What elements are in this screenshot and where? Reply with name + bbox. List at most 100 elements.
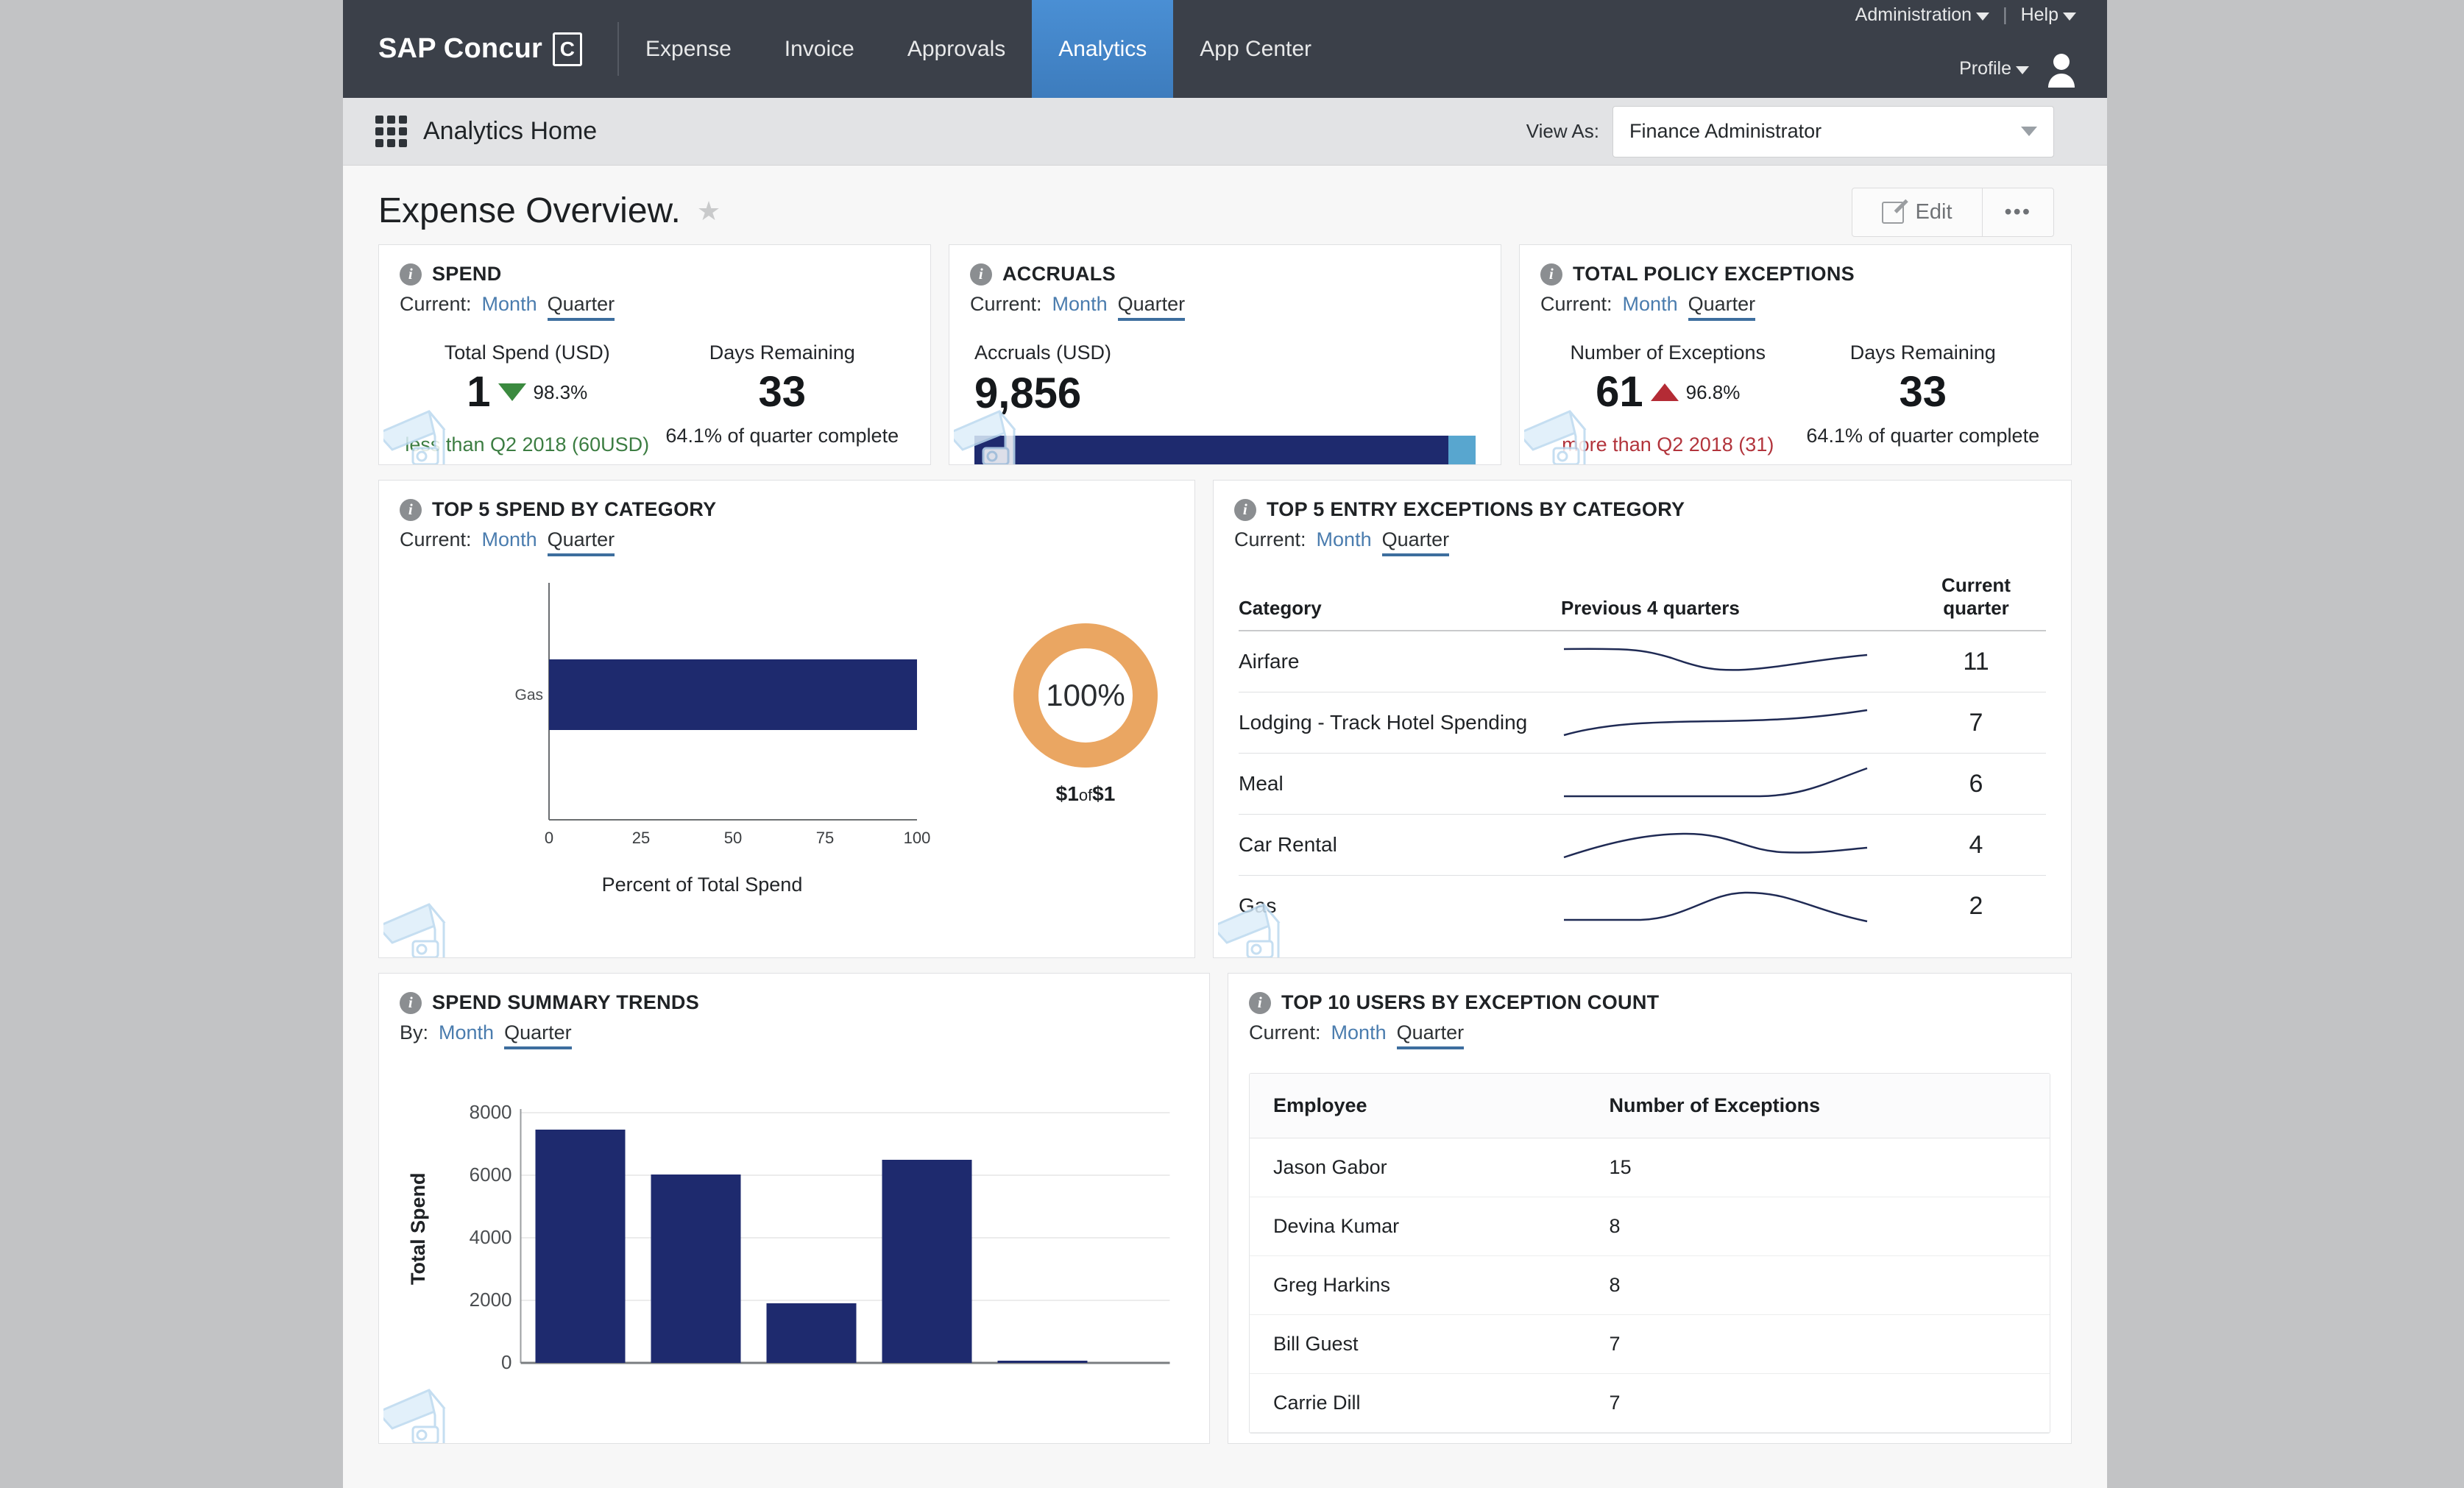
table-row: Car Rental 4: [1239, 814, 2046, 876]
topnav-separator: |: [2003, 4, 2008, 25]
view-as-control: View As: Finance Administrator: [1526, 105, 2054, 157]
card-policy-exceptions-period-toggle: Current: Month Quarter: [1540, 293, 2050, 321]
spend-days-note: 64.1% of quarter complete: [665, 424, 899, 447]
period-label: Current:: [400, 293, 472, 315]
info-icon[interactable]: i: [400, 263, 422, 286]
table-row: Jason Gabor 15: [1250, 1138, 2050, 1197]
sparkline-airfare: [1563, 648, 1868, 671]
spend-total-delta: 98.3%: [533, 380, 588, 403]
card-spend-trends-title: SPEND SUMMARY TRENDS: [432, 991, 700, 1013]
table-row: Meal 6: [1239, 753, 2046, 815]
administration-menu[interactable]: Administration: [1855, 4, 1990, 26]
table-row: Airfare 11: [1239, 630, 2046, 692]
chevron-down-icon: [1976, 13, 1990, 21]
top5-spend-donut: 100% $1of$1: [997, 623, 1174, 843]
svg-text:75: 75: [816, 829, 834, 847]
profile-menu[interactable]: Profile: [1959, 58, 2029, 79]
donut-caption-value: $1: [1055, 782, 1079, 805]
nav-item-app-center[interactable]: App Center: [1173, 0, 1338, 98]
edit-button[interactable]: Edit: [1852, 188, 1982, 236]
spend-trends-bar-chart: 8000 6000 4000 2000 0: [430, 1069, 1189, 1389]
period-option-quarter[interactable]: Quarter: [547, 528, 615, 556]
period-option-month[interactable]: Month: [1331, 1021, 1387, 1044]
period-option-month[interactable]: Month: [1623, 293, 1678, 316]
donut-caption-of: of: [1078, 786, 1093, 804]
page-title-row: Expense Overview. ★ Edit •••: [343, 166, 2107, 244]
receipt-watermark-icon: [383, 903, 446, 957]
cell-employee: Carrie Dill: [1250, 1373, 1586, 1433]
cell-exceptions: 7: [1585, 1314, 2050, 1374]
nav-item-approvals[interactable]: Approvals: [881, 0, 1032, 98]
top5-exceptions-table: Category Previous 4 quarters Current qua…: [1239, 574, 2046, 936]
card-top10-users-period-toggle: Current: Month Quarter: [1249, 1021, 2050, 1049]
avatar[interactable]: [2042, 49, 2081, 88]
favorite-star-icon[interactable]: ★: [697, 196, 721, 227]
card-spend-summary-trends: i SPEND SUMMARY TRENDS By: Month Quarter…: [378, 973, 1210, 1444]
receipt-watermark-icon: [383, 1389, 446, 1443]
app-grid-icon[interactable]: [375, 116, 407, 147]
card-top10-users-by-exception-count: i TOP 10 USERS BY EXCEPTION COUNT Curren…: [1228, 973, 2072, 1444]
period-option-quarter[interactable]: Quarter: [1381, 528, 1450, 556]
breadcrumb: Analytics Home: [423, 117, 598, 145]
accruals-value: 9,856: [974, 369, 1082, 417]
accruals-stacked-bar: [974, 436, 1476, 464]
card-spend-period-toggle: Current: Month Quarter: [400, 293, 910, 321]
period-option-quarter[interactable]: Quarter: [1396, 1021, 1465, 1049]
info-icon[interactable]: i: [970, 263, 992, 286]
period-option-quarter[interactable]: Quarter: [504, 1021, 572, 1049]
table-header-row: Employee Number of Exceptions: [1250, 1074, 2050, 1138]
info-icon[interactable]: i: [1540, 263, 1562, 286]
period-option-month[interactable]: Month: [439, 1021, 494, 1044]
period-label: Current:: [1249, 1021, 1321, 1044]
svg-text:2000: 2000: [470, 1289, 512, 1311]
period-option-month[interactable]: Month: [1317, 528, 1372, 551]
analytics-card-row-2: i TOP 5 SPEND BY CATEGORY Current: Month…: [343, 480, 2107, 973]
chevron-down-icon: [2016, 65, 2029, 74]
card-spend-title: SPEND: [432, 263, 502, 285]
cell-current-quarter: 4: [1906, 814, 2046, 876]
view-as-label: View As:: [1526, 120, 1599, 142]
period-option-month[interactable]: Month: [1052, 293, 1108, 316]
nav-item-analytics[interactable]: Analytics: [1032, 0, 1174, 98]
card-top5-spend-period-toggle: Current: Month Quarter: [400, 528, 1174, 556]
help-menu[interactable]: Help: [2021, 4, 2076, 26]
period-label: Current:: [400, 528, 472, 550]
svg-text:0: 0: [545, 829, 553, 847]
table-row: Bill Guest 7: [1250, 1314, 2050, 1374]
period-label: Current:: [1540, 293, 1612, 315]
period-label: Current:: [1234, 528, 1306, 550]
card-top5-spend-by-category: i TOP 5 SPEND BY CATEGORY Current: Month…: [378, 480, 1195, 958]
cell-sparkline: [1561, 692, 1906, 754]
exceptions-count-label: Number of Exceptions: [1570, 341, 1766, 364]
period-option-month[interactable]: Month: [482, 528, 537, 551]
nav-item-expense[interactable]: Expense: [619, 0, 758, 98]
exceptions-count-value: 61: [1596, 368, 1643, 416]
period-option-quarter[interactable]: Quarter: [547, 293, 615, 321]
info-icon[interactable]: i: [1234, 498, 1256, 521]
period-option-quarter[interactable]: Quarter: [1688, 293, 1756, 321]
more-options-button[interactable]: •••: [1981, 188, 2053, 236]
cell-employee: Jason Gabor: [1250, 1138, 1586, 1197]
info-icon[interactable]: i: [400, 498, 422, 521]
svg-text:0: 0: [501, 1351, 511, 1373]
concur-logo-icon: C: [553, 32, 583, 66]
table-row: Greg Harkins 8: [1250, 1255, 2050, 1315]
svg-text:6000: 6000: [470, 1163, 512, 1186]
top10-users-table: Employee Number of Exceptions Jason Gabo…: [1250, 1074, 2050, 1433]
brand-logo[interactable]: SAP Concur C: [343, 0, 617, 98]
nav-item-invoice[interactable]: Invoice: [758, 0, 881, 98]
app-window: SAP Concur C Expense Invoice Approvals A…: [343, 0, 2107, 1488]
info-icon[interactable]: i: [400, 991, 422, 1014]
sparkline-lodging: [1563, 709, 1868, 737]
view-as-select[interactable]: Finance Administrator: [1612, 105, 2054, 157]
period-option-month[interactable]: Month: [482, 293, 537, 316]
trend-down-icon: [498, 383, 526, 402]
exceptions-days-block: Days Remaining 33 64.1% of quarter compl…: [1796, 341, 2051, 458]
top-right-controls: Administration | Help Profile: [1855, 0, 2081, 98]
trend-chart-svg: 8000 6000 4000 2000 0: [470, 1101, 1170, 1373]
spend-total-value: 1: [467, 368, 491, 416]
info-icon[interactable]: i: [1249, 991, 1271, 1014]
period-option-quarter[interactable]: Quarter: [1117, 293, 1186, 321]
kpi-card-row: i SPEND Current: Month Quarter Total Spe…: [343, 244, 2107, 480]
chevron-down-icon: [2021, 127, 2037, 136]
